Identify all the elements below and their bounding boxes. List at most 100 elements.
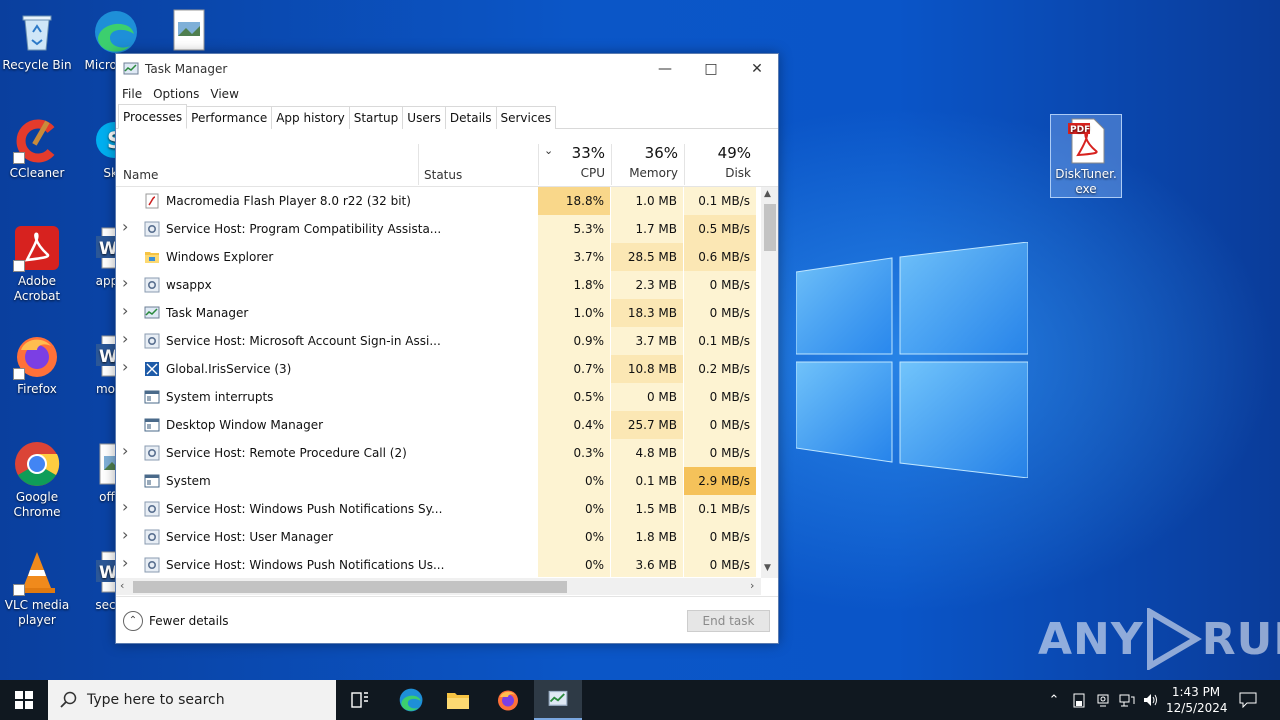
scroll-right-arrow-icon[interactable]: › (750, 579, 754, 592)
minimize-button[interactable]: — (642, 54, 688, 84)
chevron-up-circle-icon[interactable]: ⌃ (123, 611, 143, 631)
process-row[interactable]: Windows Explorer 3.7% 28.5 MB 0.6 MB/s (116, 243, 759, 271)
scroll-up-arrow-icon[interactable]: ▲ (764, 189, 771, 199)
process-cpu-cell: 0.5% (538, 383, 611, 411)
column-header-cpu[interactable]: 33% CPU (538, 142, 611, 186)
vlc-icon (13, 548, 61, 596)
column-header-name[interactable]: Name (123, 168, 158, 182)
close-button[interactable]: ✕ (734, 54, 780, 84)
start-button[interactable] (0, 680, 48, 720)
tab-services[interactable]: Services (496, 106, 557, 129)
task-manager-icon (123, 62, 139, 75)
process-row[interactable]: Desktop Window Manager 0.4% 25.7 MB 0 MB/s (116, 411, 759, 439)
desktop-icon-adobe-acrobat[interactable]: Adobe Acrobat (1, 224, 73, 304)
tab-app-history[interactable]: App history (272, 106, 350, 129)
task-view-button[interactable] (336, 680, 384, 720)
maximize-button[interactable]: □ (688, 54, 734, 84)
menu-options[interactable]: Options (153, 84, 205, 105)
fewer-details-link[interactable]: Fewer details (149, 614, 229, 628)
desktop-icon-firefox[interactable]: Firefox (1, 332, 73, 397)
scroll-left-arrow-icon[interactable]: ‹ (120, 579, 124, 592)
process-disk-cell: 0 MB/s (684, 411, 757, 439)
process-name: Macromedia Flash Player 8.0 r22 (32 bit) (166, 194, 411, 208)
desktop-icon-disktuner[interactable]: PDF DiskTuner.exe (1050, 114, 1122, 198)
menu-file[interactable]: File (122, 84, 148, 105)
process-disk-cell: 0 MB/s (684, 271, 757, 299)
task-manager-icon (144, 305, 160, 321)
desktop-icon-image-file[interactable] (152, 6, 224, 52)
horizontal-scroll-thumb[interactable] (133, 581, 567, 593)
taskbar-task-manager-button[interactable] (534, 680, 582, 720)
expand-chevron-right-icon[interactable]: › (122, 301, 134, 320)
vertical-scroll-thumb[interactable] (764, 204, 776, 251)
cpu-column-label: CPU (580, 166, 605, 180)
process-row[interactable]: › Service Host: Microsoft Account Sign-in… (116, 327, 759, 355)
desktop-icon-recycle-bin[interactable]: Recycle Bin (1, 8, 73, 73)
tab-processes[interactable]: Processes (118, 104, 188, 129)
task-manager-window: Task Manager — □ ✕ File Options View Pro… (115, 53, 779, 644)
expand-chevron-right-icon[interactable]: › (122, 441, 134, 460)
taskbar-clock[interactable]: 1:43 PM 12/5/2024 (1166, 684, 1228, 716)
expand-chevron-right-icon[interactable]: › (122, 525, 134, 544)
expand-chevron-right-icon[interactable]: › (122, 329, 134, 348)
expand-chevron-right-icon[interactable]: › (122, 273, 134, 292)
process-row[interactable]: › Task Manager 1.0% 18.3 MB 0 MB/s (116, 299, 759, 327)
volume-icon[interactable] (1140, 680, 1162, 720)
process-disk-cell: 0 MB/s (684, 383, 757, 411)
column-header-status[interactable]: Status (424, 168, 462, 182)
desktop-icon-google-chrome[interactable]: Google Chrome (1, 440, 73, 520)
taskbar-firefox-button[interactable] (484, 680, 532, 720)
device-icon[interactable] (1092, 680, 1114, 720)
process-cpu-cell: 1.0% (538, 299, 611, 327)
menu-view[interactable]: View (210, 84, 244, 105)
taskbar-search-box[interactable]: Type here to search (48, 680, 336, 720)
search-icon (60, 691, 77, 708)
process-row[interactable]: › Global.IrisService (3) 0.7% 10.8 MB 0.2 MB… (116, 355, 759, 383)
process-row[interactable]: System 0% 0.1 MB 2.9 MB/s (116, 467, 759, 495)
process-cpu-cell: 0% (538, 467, 611, 495)
expand-chevron-right-icon[interactable]: › (122, 497, 134, 516)
action-center-notification-icon[interactable] (1234, 680, 1262, 720)
tab-details[interactable]: Details (445, 106, 497, 129)
process-disk-cell: 0 MB/s (684, 523, 757, 551)
process-memory-cell: 3.6 MB (611, 551, 684, 577)
process-name: System interrupts (166, 390, 274, 404)
column-header-memory[interactable]: 36% Memory (611, 142, 684, 186)
horizontal-scrollbar[interactable]: ‹ › (116, 578, 761, 595)
desktop-icon-ccleaner[interactable]: CCleaner (1, 116, 73, 181)
process-disk-cell: 0.6 MB/s (684, 243, 757, 271)
taskbar-file-explorer-button[interactable] (434, 680, 482, 720)
process-cpu-cell: 0.3% (538, 439, 611, 467)
expand-chevron-right-icon[interactable]: › (122, 553, 134, 572)
battery-icon[interactable] (1068, 680, 1090, 720)
gear-icon (144, 221, 160, 237)
taskbar-edge-button[interactable] (386, 680, 434, 720)
scroll-down-arrow-icon[interactable]: ▼ (764, 563, 771, 573)
process-row[interactable]: Macromedia Flash Player 8.0 r22 (32 bit)… (116, 187, 759, 215)
expand-chevron-right-icon[interactable]: › (122, 217, 134, 236)
tab-performance[interactable]: Performance (187, 106, 273, 129)
process-row[interactable]: › wsappx 1.8% 2.3 MB 0 MB/s (116, 271, 759, 299)
tab-startup[interactable]: Startup (349, 106, 404, 129)
title-bar[interactable]: Task Manager — □ ✕ (116, 54, 778, 84)
process-row[interactable]: › Service Host: User Manager 0% 1.8 MB 0 MB/… (116, 523, 759, 551)
process-row[interactable]: › Service Host: Windows Push Notification… (116, 495, 759, 523)
column-separator (418, 144, 419, 185)
gear-icon (144, 529, 160, 545)
desktop-icon-vlc[interactable]: VLC media player (1, 548, 73, 628)
network-icon[interactable] (1116, 680, 1138, 720)
expand-chevron-right-icon[interactable]: › (122, 357, 134, 376)
process-row[interactable]: › Service Host: Remote Procedure Call (2)… (116, 439, 759, 467)
vertical-scrollbar[interactable]: ▲ ▼ (761, 187, 778, 578)
end-task-button[interactable]: End task (687, 610, 770, 632)
process-row[interactable]: › Service Host: Windows Push Notification… (116, 551, 759, 577)
process-name: Task Manager (166, 306, 249, 320)
process-cpu-cell: 3.7% (538, 243, 611, 271)
show-hidden-icons-chevron-up-icon[interactable]: ⌃ (1044, 680, 1064, 720)
disk-column-label: Disk (725, 166, 751, 180)
process-cpu-cell: 5.3% (538, 215, 611, 243)
process-row[interactable]: System interrupts 0.5% 0 MB 0 MB/s (116, 383, 759, 411)
process-row[interactable]: › Service Host: Program Compatibility Ass… (116, 215, 759, 243)
tab-users[interactable]: Users (403, 106, 446, 129)
column-header-disk[interactable]: 49% Disk (684, 142, 757, 186)
